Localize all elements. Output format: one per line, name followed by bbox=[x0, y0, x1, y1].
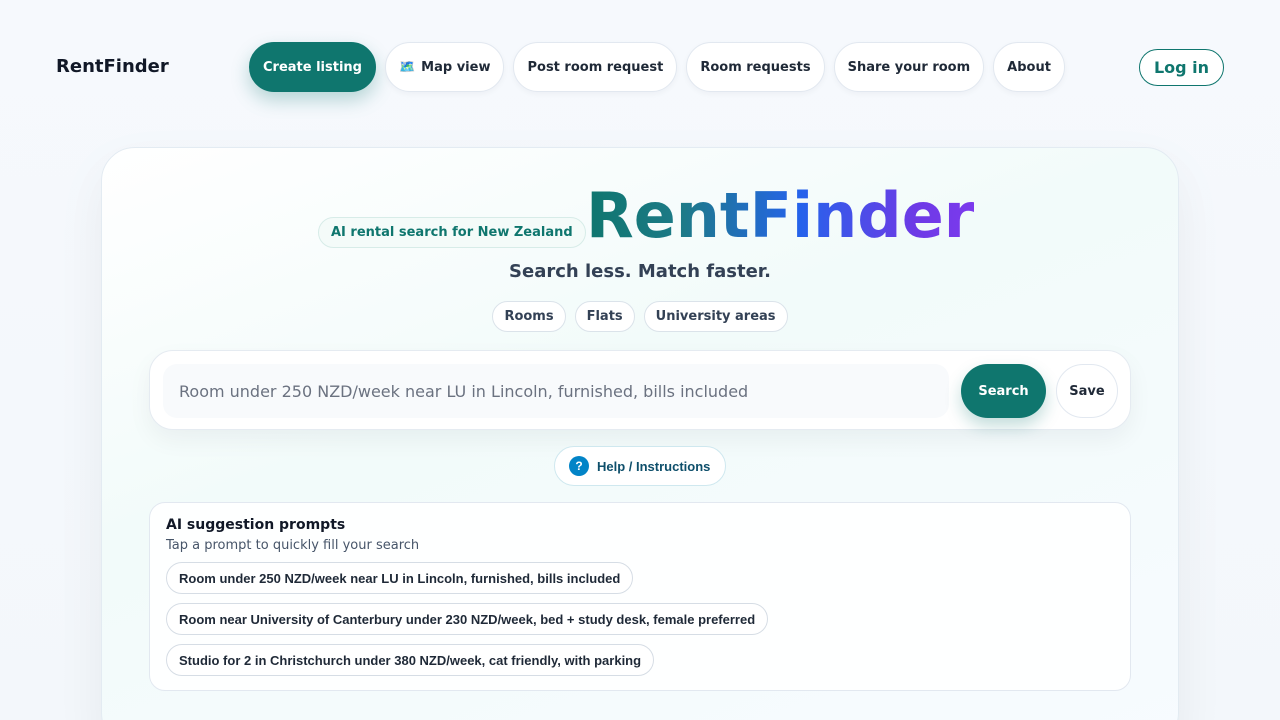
help-label: Help / Instructions bbox=[597, 458, 711, 474]
map-icon: 🗺️ bbox=[398, 59, 416, 75]
chip-rooms[interactable]: Rooms bbox=[492, 301, 566, 332]
chip-university-areas[interactable]: University areas bbox=[643, 301, 788, 332]
nav-label: Create listing bbox=[263, 59, 362, 75]
hero-title: RentFinder bbox=[586, 179, 975, 252]
chip-flats[interactable]: Flats bbox=[574, 301, 635, 332]
category-chips: Rooms Flats University areas bbox=[0, 301, 1280, 332]
suggestions-subtitle: Tap a prompt to quickly fill your search bbox=[166, 538, 420, 553]
hero-subtitle: Search less. Match faster. bbox=[509, 261, 771, 282]
suggestion-prompt-1[interactable]: Room under 250 NZD/week near LU in Linco… bbox=[166, 562, 634, 594]
prompt-list: Room under 250 NZD/week near LU in Linco… bbox=[166, 562, 769, 676]
help-instructions-button[interactable]: ? Help / Instructions bbox=[554, 446, 726, 486]
brand-logo[interactable]: RentFinder bbox=[56, 56, 169, 77]
suggestions-title: AI suggestion prompts bbox=[166, 517, 346, 533]
search-bar: Search Save bbox=[149, 350, 1131, 430]
nav-room-requests[interactable]: Room requests bbox=[686, 42, 825, 92]
hero-badge: AI rental search for New Zealand bbox=[318, 217, 586, 248]
top-navigation: RentFinder Create listing 🗺️ Map view Post … bbox=[0, 42, 1280, 92]
nav-label: Share your room bbox=[847, 59, 971, 75]
search-input[interactable] bbox=[163, 364, 949, 418]
nav-pills: Create listing 🗺️ Map view Post room reques… bbox=[249, 42, 1065, 92]
nav-label: Room requests bbox=[700, 59, 811, 75]
nav-map-view[interactable]: 🗺️ Map view bbox=[384, 42, 505, 92]
save-button[interactable]: Save bbox=[1056, 364, 1118, 418]
nav-label: Post room request bbox=[527, 59, 664, 75]
nav-label: Map view bbox=[421, 59, 491, 75]
nav-post-room-request[interactable]: Post room request bbox=[513, 42, 678, 92]
nav-create-listing[interactable]: Create listing bbox=[249, 42, 376, 92]
nav-label: About bbox=[1007, 59, 1051, 75]
search-button[interactable]: Search bbox=[961, 364, 1046, 418]
ai-suggestions-panel: AI suggestion prompts Tap a prompt to qu… bbox=[149, 502, 1131, 691]
nav-about[interactable]: About bbox=[993, 42, 1065, 92]
login-button[interactable]: Log in bbox=[1139, 49, 1224, 86]
suggestion-prompt-2[interactable]: Room near University of Canterbury under… bbox=[166, 603, 769, 635]
suggestion-prompt-3[interactable]: Studio for 2 in Christchurch under 380 N… bbox=[166, 644, 655, 676]
nav-share-your-room[interactable]: Share your room bbox=[833, 42, 985, 92]
help-icon: ? bbox=[569, 456, 589, 476]
